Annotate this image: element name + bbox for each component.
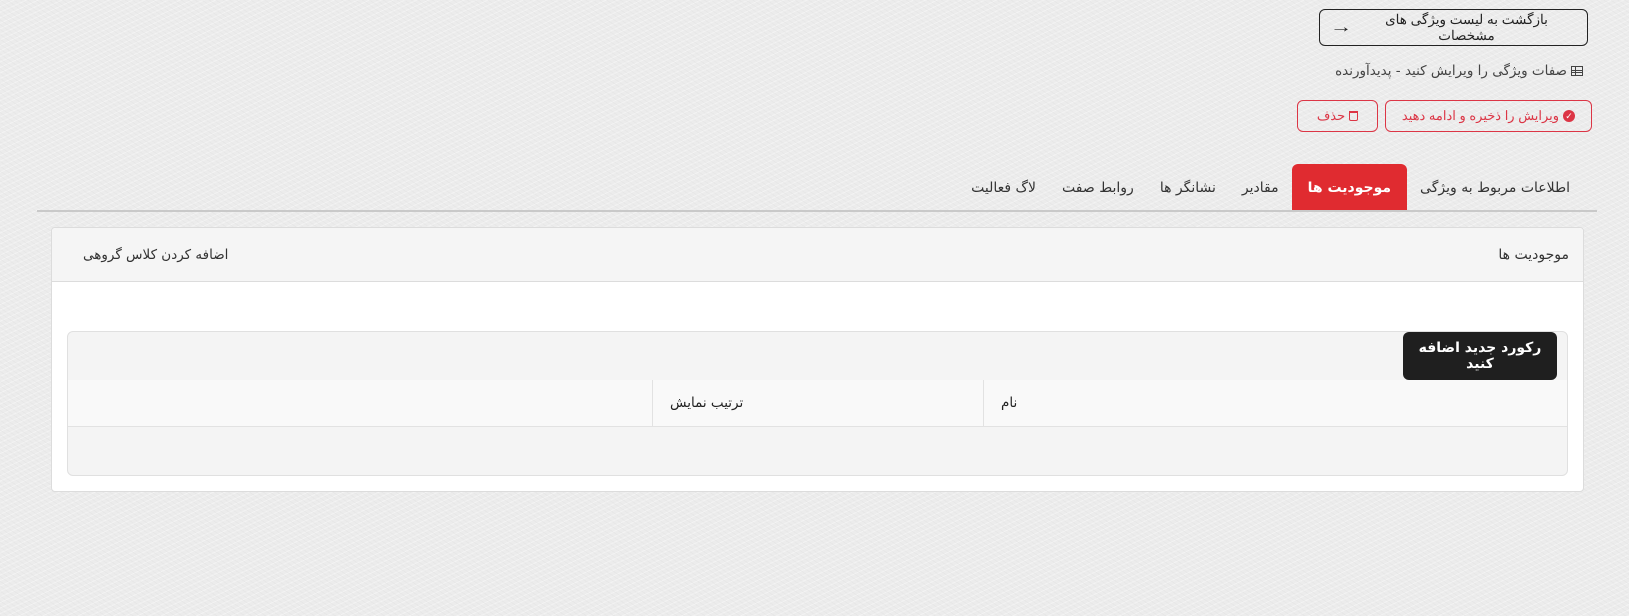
add-record-button[interactable]: رکورد جدید اضافه کنید bbox=[1403, 332, 1557, 380]
back-to-list-button[interactable]: بازگشت به لیست ویژگی های مشخصات → bbox=[1319, 9, 1588, 46]
trash-icon bbox=[1349, 111, 1359, 121]
arrow-right-icon: → bbox=[1329, 18, 1353, 36]
column-header-display-order[interactable]: ترتیب نمایش bbox=[652, 380, 983, 426]
tab-bar: اطلاعات مربوط به ویژگی موجودیت ها مقادیر… bbox=[958, 164, 1583, 211]
card-title: موجودیت ها bbox=[1498, 246, 1569, 263]
entities-card: موجودیت ها اضافه کردن کلاس گروهی رکورد ج… bbox=[51, 227, 1584, 492]
column-header-name[interactable]: نام bbox=[983, 380, 1567, 426]
check-circle-icon: ✓ bbox=[1563, 110, 1576, 122]
table-header-row: نام ترتیب نمایش bbox=[68, 380, 1567, 427]
column-header-actions bbox=[68, 380, 652, 426]
save-continue-label: ویرایش را ذخیره و ادامه دهید bbox=[1401, 108, 1560, 123]
table-icon bbox=[1571, 66, 1583, 76]
tabs-divider bbox=[37, 210, 1597, 212]
tab-values[interactable]: مقادیر bbox=[1229, 164, 1292, 211]
tab-activity-log[interactable]: لاگ فعالیت bbox=[958, 164, 1049, 211]
delete-button[interactable]: حذف bbox=[1297, 100, 1378, 132]
tab-entities[interactable]: موجودیت ها bbox=[1291, 164, 1408, 211]
tab-attribute-relations[interactable]: روابط صفت bbox=[1049, 164, 1147, 211]
tab-attribute-info[interactable]: اطلاعات مربوط به ویژگی bbox=[1407, 164, 1583, 211]
save-continue-button[interactable]: ✓ ویرایش را ذخیره و ادامه دهید bbox=[1385, 100, 1592, 132]
back-label: بازگشت به لیست ویژگی های مشخصات bbox=[1385, 11, 1548, 43]
entities-grid: رکورد جدید اضافه کنید نام ترتیب نمایش bbox=[67, 331, 1568, 476]
delete-label: حذف bbox=[1316, 108, 1346, 123]
page-subtitle: صفات ویژگی را ویرایش کنید - پدیدآورنده bbox=[1335, 63, 1583, 79]
subtitle-text: صفات ویژگی را ویرایش کنید - پدیدآورنده bbox=[1335, 63, 1567, 79]
add-group-class-link[interactable]: اضافه کردن کلاس گروهی bbox=[83, 247, 228, 263]
tab-markers[interactable]: نشانگر ها bbox=[1147, 164, 1229, 211]
card-header: موجودیت ها اضافه کردن کلاس گروهی bbox=[52, 228, 1583, 282]
